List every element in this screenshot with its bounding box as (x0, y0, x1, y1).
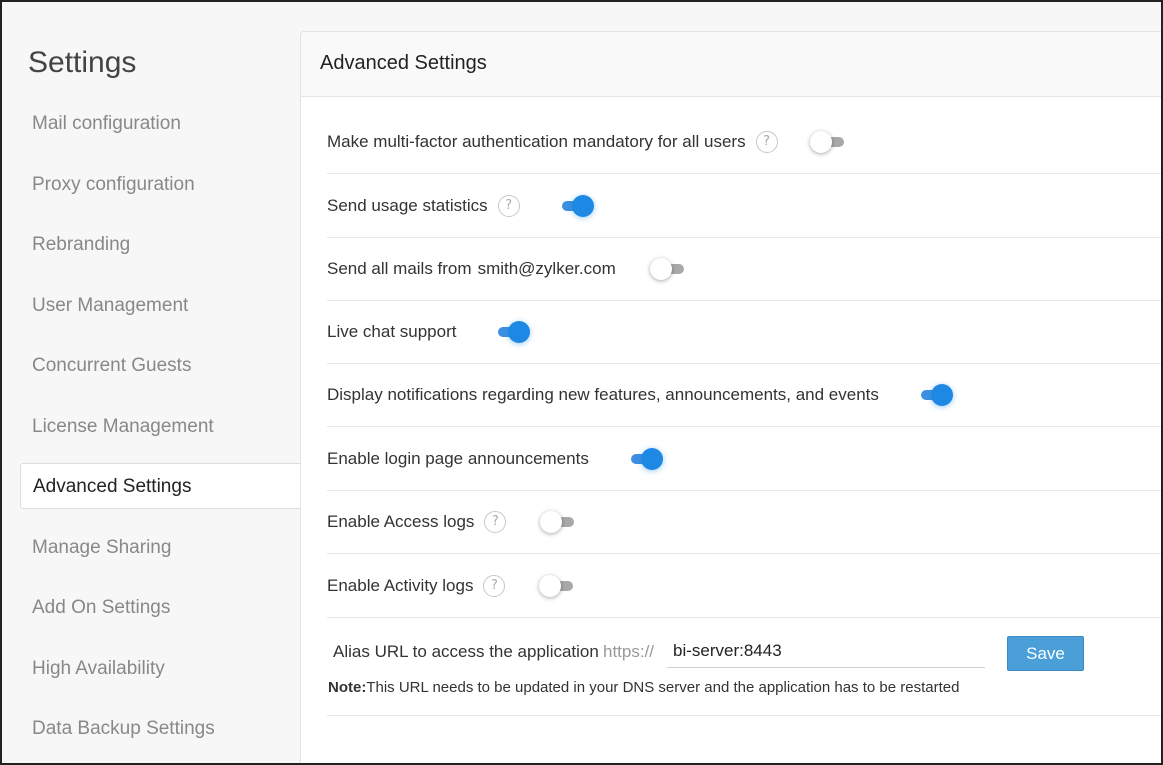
help-icon[interactable]: ? (484, 510, 507, 533)
sidebar-item-user-management[interactable]: User Management (20, 283, 301, 329)
mfa-toggle[interactable] (809, 130, 850, 153)
setting-label: Send all mails from (327, 258, 472, 278)
help-icon[interactable]: ? (497, 194, 520, 217)
login-announcements-toggle[interactable] (623, 447, 663, 470)
sidebar-item-rebranding[interactable]: Rebranding (20, 222, 301, 268)
activity-logs-toggle[interactable] (539, 574, 579, 597)
access-logs-toggle[interactable] (540, 510, 580, 533)
sidebar-item-proxy-configuration[interactable]: Proxy configuration (20, 162, 301, 208)
notifications-toggle[interactable] (913, 383, 953, 406)
sidebar-item-license-management[interactable]: License Management (20, 404, 301, 450)
usage-statistics-toggle[interactable] (554, 194, 594, 217)
panel-title: Advanced Settings (320, 52, 487, 74)
setting-row-mfa: Make multi-factor authentication mandato… (327, 110, 1162, 174)
advanced-settings-panel: Advanced Settings Make multi-factor auth… (300, 31, 1162, 763)
setting-row-login-announcements: Enable login page announcements (327, 427, 1162, 491)
note-label: Note: (328, 679, 367, 696)
sidebar-item-high-availability[interactable]: High Availability (20, 646, 301, 692)
live-chat-toggle[interactable] (490, 320, 531, 343)
sidebar-item-add-on-settings[interactable]: Add On Settings (20, 585, 301, 631)
alias-url-row: Alias URL to access the application http… (327, 618, 1162, 716)
alias-url-prefix: https:// (603, 642, 655, 661)
sidebar-title: Settings (28, 46, 137, 79)
setting-row-notifications: Display notifications regarding new feat… (327, 363, 1162, 427)
setting-label: Enable login page announcements (327, 448, 589, 468)
alias-note: Note:This URL needs to be updated in you… (328, 679, 959, 696)
sidebar-item-advanced-settings[interactable]: Advanced Settings (20, 463, 301, 509)
sidebar-item-concurrent-guests[interactable]: Concurrent Guests (20, 343, 301, 389)
setting-row-live-chat: Live chat support (327, 300, 1162, 364)
sender-email: smith@zylker.com (477, 258, 616, 278)
setting-row-activity-logs: Enable Activity logs ? (327, 554, 1162, 618)
setting-label: Send usage statistics (327, 195, 488, 215)
note-text: This URL needs to be updated in your DNS… (366, 679, 960, 696)
sidebar-item-manage-sharing[interactable]: Manage Sharing (20, 525, 301, 571)
panel-header: Advanced Settings (301, 32, 1162, 97)
setting-label: Make multi-factor authentication mandato… (327, 131, 746, 151)
setting-row-usage-statistics: Send usage statistics ? (327, 174, 1162, 238)
setting-label: Enable Access logs (327, 511, 475, 531)
alias-url-label: Alias URL to access the application (333, 642, 599, 661)
help-icon[interactable]: ? (483, 574, 506, 597)
help-icon[interactable]: ? (755, 130, 778, 153)
setting-row-access-logs: Enable Access logs ? (327, 490, 1162, 554)
sidebar-item-mail-configuration[interactable]: Mail configuration (20, 101, 301, 147)
sidebar-item-data-backup-settings[interactable]: Data Backup Settings (20, 706, 301, 752)
setting-row-send-mails-from: Send all mails from smith@zylker.com (327, 237, 1162, 301)
save-button[interactable]: Save (1007, 636, 1084, 671)
alias-url-input[interactable] (667, 634, 985, 668)
sidebar: Settings Mail configuration Proxy config… (2, 2, 301, 763)
setting-label: Display notifications regarding new feat… (327, 384, 879, 404)
send-mails-from-toggle[interactable] (649, 257, 690, 280)
setting-label: Live chat support (327, 321, 457, 341)
setting-label: Enable Activity logs (327, 575, 474, 595)
